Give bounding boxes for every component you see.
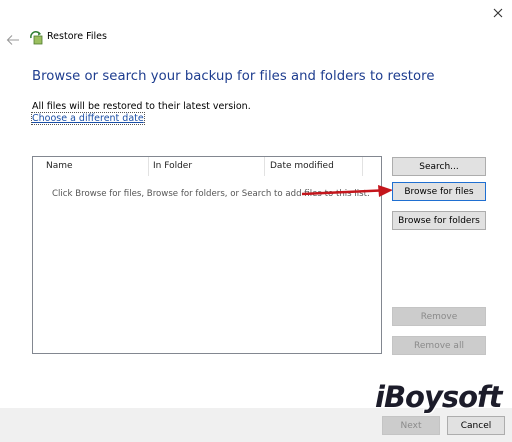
restore-note: All files will be restored to their late… <box>32 101 251 112</box>
search-button[interactable]: Search... <box>392 157 486 176</box>
column-divider[interactable] <box>362 157 363 176</box>
column-header-name[interactable]: Name <box>46 161 73 171</box>
remove-all-button[interactable]: Remove all <box>392 336 486 355</box>
restore-files-icon <box>30 30 44 45</box>
next-button[interactable]: Next <box>382 416 440 435</box>
page-heading: Browse or search your backup for files a… <box>32 69 435 84</box>
back-arrow-icon[interactable] <box>6 31 20 45</box>
column-header-date-modified[interactable]: Date modified <box>270 161 334 171</box>
iboysoft-watermark: iBoysoft <box>375 380 503 414</box>
annotation-arrow-icon <box>300 184 394 200</box>
close-icon[interactable] <box>491 5 505 19</box>
column-header-in-folder[interactable]: In Folder <box>153 161 192 171</box>
cancel-button[interactable]: Cancel <box>447 416 505 435</box>
choose-date-link[interactable]: Choose a different date <box>31 112 145 125</box>
column-divider[interactable] <box>264 157 265 176</box>
remove-button[interactable]: Remove <box>392 307 486 326</box>
browse-for-folders-button[interactable]: Browse for folders <box>392 211 486 230</box>
window-title: Restore Files <box>47 31 107 42</box>
browse-for-files-button[interactable]: Browse for files <box>392 182 486 201</box>
column-divider[interactable] <box>148 157 149 176</box>
